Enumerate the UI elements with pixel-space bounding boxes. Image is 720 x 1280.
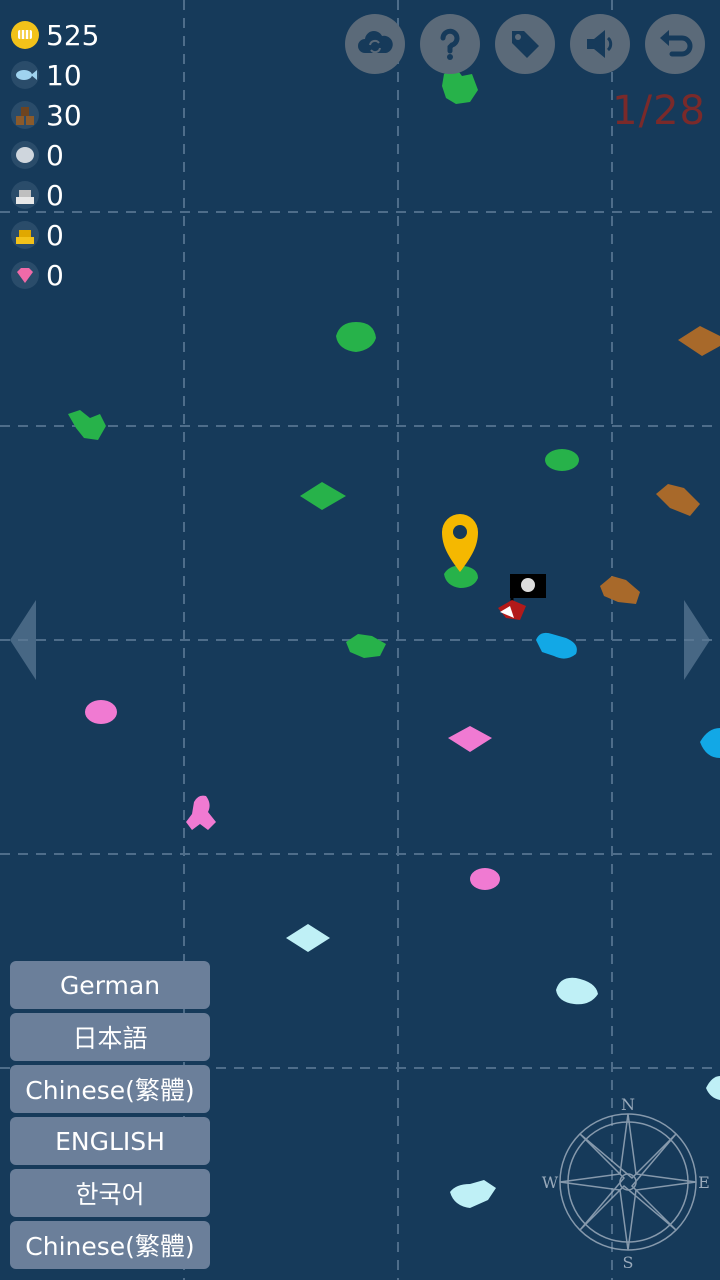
back-icon: [660, 30, 693, 57]
island-pink[interactable]: [85, 700, 117, 724]
language-button-korean[interactable]: 한국어: [10, 1169, 210, 1217]
wood-icon: [11, 101, 39, 129]
sound-icon: [587, 30, 613, 58]
island-pink[interactable]: [186, 795, 216, 830]
compass-south-label: S: [623, 1253, 634, 1272]
island-ice[interactable]: [556, 977, 598, 1005]
location-marker-icon: [442, 514, 478, 572]
island-green[interactable]: [545, 449, 579, 471]
language-button-german[interactable]: German: [10, 961, 210, 1009]
stone-counter: 0: [10, 138, 64, 172]
stone-icon: [11, 141, 39, 169]
gem-counter: 0: [10, 258, 64, 292]
island-brown[interactable]: [678, 326, 720, 356]
compass-rose: N S E W: [542, 1095, 710, 1272]
island-pink[interactable]: [448, 726, 492, 752]
island-brown[interactable]: [656, 484, 700, 516]
tag-button[interactable]: [495, 14, 555, 74]
island-brown[interactable]: [600, 576, 640, 604]
fish-counter: 10: [10, 58, 82, 92]
tag-icon: [512, 31, 539, 58]
compass-north-label: N: [621, 1095, 635, 1114]
help-icon: [440, 28, 460, 60]
gem-icon: [11, 261, 39, 289]
island-green[interactable]: [336, 322, 376, 352]
language-button-chinese-traditional[interactable]: Chinese(繁體): [10, 1065, 210, 1113]
language-button-english[interactable]: ENGLISH: [10, 1117, 210, 1165]
island-pink[interactable]: [470, 868, 500, 890]
island-green[interactable]: [300, 482, 346, 510]
pirate-ship-icon[interactable]: [498, 574, 546, 620]
island-ice[interactable]: [286, 924, 330, 952]
coin-icon: [11, 21, 39, 49]
right-arrow-icon[interactable]: [682, 598, 712, 682]
island-ice[interactable]: [450, 1180, 496, 1208]
compass-west-label: W: [542, 1173, 559, 1192]
iron-counter: 0: [10, 178, 64, 212]
language-button-chinese-traditional-2[interactable]: Chinese(繁體): [10, 1221, 210, 1269]
wood-counter: 30: [10, 98, 82, 132]
coin-value: 525: [46, 18, 100, 52]
gold-value: 0: [46, 218, 64, 252]
level-counter: 1/28: [612, 88, 706, 134]
island-cyan[interactable]: [700, 728, 720, 758]
cloud-sync-icon: [358, 31, 393, 54]
island-cyan[interactable]: [536, 632, 577, 659]
sound-button[interactable]: [570, 14, 630, 74]
island-green[interactable]: [346, 634, 386, 658]
gold-icon: [11, 221, 39, 249]
fish-icon: [11, 61, 39, 89]
language-button-japanese[interactable]: 日本語: [10, 1013, 210, 1061]
left-arrow-icon[interactable]: [8, 598, 38, 682]
wood-value: 30: [46, 98, 82, 132]
cloud-sync-button[interactable]: [345, 14, 405, 74]
iron-value: 0: [46, 178, 64, 212]
gem-value: 0: [46, 258, 64, 292]
gold-counter: 0: [10, 218, 64, 252]
help-button[interactable]: [420, 14, 480, 74]
stone-value: 0: [46, 138, 64, 172]
iron-icon: [11, 181, 39, 209]
back-button[interactable]: [645, 14, 705, 74]
compass-east-label: E: [698, 1173, 710, 1192]
fish-value: 10: [46, 58, 82, 92]
coin-counter: 525: [10, 18, 99, 52]
